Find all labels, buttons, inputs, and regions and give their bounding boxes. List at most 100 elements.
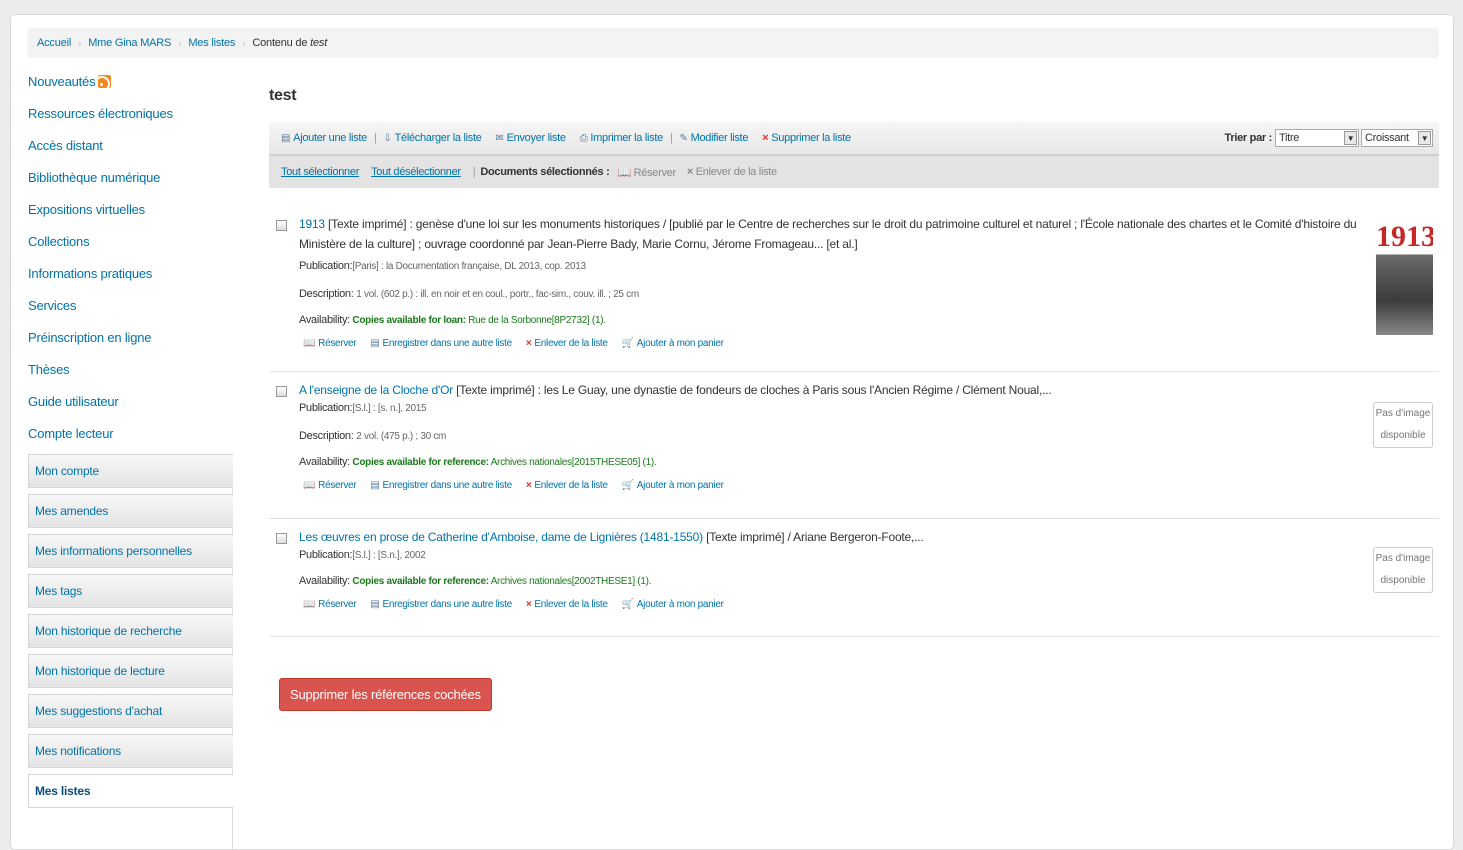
sort-label: Trier par : <box>1224 132 1273 144</box>
nav-expositions-virtuelles[interactable]: Expositions virtuelles <box>28 199 238 231</box>
nav-nouveautes[interactable]: Nouveautés <box>28 71 238 103</box>
record-checkbox[interactable] <box>276 386 287 397</box>
publication-label: Publication: <box>299 549 353 561</box>
list-item: 1913 [Texte imprimé] : genèse d'une loi … <box>269 206 1439 372</box>
add-list-link[interactable]: Ajouter une liste <box>293 132 367 144</box>
reserve-link[interactable]: 📖 Réserver <box>303 338 357 349</box>
remove-icon: × <box>525 480 532 491</box>
nav-informations-pratiques[interactable]: Informations pratiques <box>28 263 238 295</box>
remove-icon: × <box>525 338 532 349</box>
sort-order-value: Croissant <box>1365 132 1409 144</box>
availability-status: Copies available for reference: <box>352 457 489 468</box>
usermenu-mes-tags[interactable]: Mes tags <box>28 574 233 608</box>
remove-label: Enlever de la liste <box>534 480 608 491</box>
reserve-label: Réserver <box>318 599 357 610</box>
breadcrumb-current-list: test <box>310 37 328 49</box>
usermenu-informations-personnelles[interactable]: Mes informations personnelles <box>28 534 233 568</box>
send-list-link[interactable]: Envoyer liste <box>507 132 566 144</box>
nav-preinscription[interactable]: Préinscription en ligne <box>28 327 238 359</box>
sort-order-select[interactable]: Croissant ▼ <box>1361 129 1433 147</box>
add-to-cart-link[interactable]: 🛒 Ajouter à mon panier <box>622 599 724 610</box>
availability-value: Archives nationales[2015THESE05] (1). <box>490 457 657 468</box>
usermenu-notifications[interactable]: Mes notifications <box>28 734 233 768</box>
nav-acces-distant[interactable]: Accès distant <box>28 135 238 167</box>
breadcrumb-user[interactable]: Mme Gina MARS <box>88 37 171 49</box>
download-list-link[interactable]: Télécharger la liste <box>395 132 482 144</box>
list-toolbar: ▤ Ajouter une liste | ⇩ Télécharger la l… <box>269 122 1439 156</box>
save-other-list-link[interactable]: ▤ Enregistrer dans une autre liste <box>370 599 512 610</box>
chevron-down-icon[interactable]: ▼ <box>1344 131 1357 145</box>
add-to-cart-link[interactable]: 🛒 Ajouter à mon panier <box>622 480 724 491</box>
no-image-line2: disponible <box>1380 430 1426 441</box>
description-label: Description: <box>299 288 354 300</box>
nav-theses[interactable]: Thèses <box>28 359 238 391</box>
record-availability: Availability: Copies available for refer… <box>299 456 1439 468</box>
selection-bar: Tout sélectionner Tout désélectionner | … <box>269 156 1439 188</box>
publication-value: [S.l.] : [S.n.], 2002 <box>352 550 426 561</box>
sort-field-select[interactable]: Titre ▼ <box>1275 129 1359 147</box>
record-actions: 📖 Réserver ▤ Enregistrer dans une autre li… <box>299 480 1439 491</box>
remove-selected[interactable]: × Enlever de la liste <box>687 166 777 178</box>
save-other-list-link[interactable]: ▤ Enregistrer dans une autre liste <box>370 480 512 491</box>
chevron-down-icon[interactable]: ▼ <box>1418 131 1431 145</box>
main-content: test ▤ Ajouter une liste | ⇩ Télécharger… <box>269 71 1439 711</box>
record-title-link[interactable]: 1913 <box>299 217 325 231</box>
breadcrumb: Accueil › Mme Gina MARS › Mes listes › C… <box>27 28 1439 58</box>
envelope-icon: ✉ <box>495 132 504 144</box>
add-to-cart-link[interactable]: 🛒 Ajouter à mon panier <box>622 338 724 349</box>
save-other-list-link[interactable]: ▤ Enregistrer dans une autre liste <box>370 338 512 349</box>
usermenu-mes-amendes[interactable]: Mes amendes <box>28 494 233 528</box>
reserve-link[interactable]: 📖 Réserver <box>303 480 357 491</box>
usermenu-suggestions-achat[interactable]: Mes suggestions d'achat <box>28 694 233 728</box>
rss-icon[interactable] <box>98 75 112 88</box>
deselect-all-link[interactable]: Tout désélectionner <box>371 166 461 178</box>
print-list-link[interactable]: Imprimer la liste <box>590 132 663 144</box>
breadcrumb-separator-icon: › <box>242 37 246 49</box>
record-title-link[interactable]: Les œuvres en prose de Catherine d'Amboi… <box>299 530 703 544</box>
delete-list-link[interactable]: Supprimer la liste <box>771 132 851 144</box>
record-heading: Les œuvres en prose de Catherine d'Amboi… <box>299 527 1359 547</box>
cart-icon: 🛒 <box>621 599 634 610</box>
list-icon: ▤ <box>370 338 380 349</box>
nav-ressources-electroniques[interactable]: Ressources électroniques <box>28 103 238 135</box>
nav-bibliotheque-numerique[interactable]: Bibliothèque numérique <box>28 167 238 199</box>
record-actions: 📖 Réserver ▤ Enregistrer dans une autre li… <box>299 338 1439 349</box>
list-item: A l'enseigne de la Cloche d'Or [Texte im… <box>269 372 1439 519</box>
usermenu-historique-lecture[interactable]: Mon historique de lecture <box>28 654 233 688</box>
remove-label: Enlever de la liste <box>534 338 608 349</box>
nav-collections[interactable]: Collections <box>28 231 238 263</box>
usermenu-historique-recherche[interactable]: Mon historique de recherche <box>28 614 233 648</box>
breadcrumb-lists[interactable]: Mes listes <box>188 37 235 49</box>
breadcrumb-home[interactable]: Accueil <box>37 37 71 49</box>
sort-field-value: Titre <box>1279 132 1300 144</box>
delete-checked-button[interactable]: Supprimer les références cochées <box>279 678 492 711</box>
record-title-link[interactable]: A l'enseigne de la Cloche d'Or <box>299 383 453 397</box>
usermenu-mon-compte[interactable]: Mon compte <box>28 454 233 488</box>
usermenu-mes-listes[interactable]: Mes listes <box>28 774 233 808</box>
nav-services[interactable]: Services <box>28 295 238 327</box>
nav-guide-utilisateur[interactable]: Guide utilisateur <box>28 391 238 423</box>
cart-icon: 🛒 <box>621 480 634 491</box>
cover-image[interactable]: 1913 <box>1376 220 1433 335</box>
remove-from-list-link[interactable]: × Enlever de la liste <box>526 599 608 610</box>
nav-compte-lecteur[interactable]: Compte lecteur <box>28 423 238 455</box>
select-all-link[interactable]: Tout sélectionner <box>281 166 359 178</box>
reserve-selected[interactable]: 📖 Réserver <box>617 166 676 179</box>
remove-from-list-link[interactable]: × Enlever de la liste <box>526 480 608 491</box>
record-availability: Availability: Copies available for refer… <box>299 575 1439 587</box>
reserve-link[interactable]: 📖 Réserver <box>303 599 357 610</box>
book-icon: 📖 <box>303 599 316 610</box>
download-icon: ⇩ <box>383 132 392 144</box>
availability-status: Copies available for loan: <box>352 315 466 326</box>
record-list: 1913 [Texte imprimé] : genèse d'une loi … <box>269 206 1439 637</box>
edit-list-link[interactable]: Modifier liste <box>691 132 749 144</box>
save-other-label: Enregistrer dans une autre liste <box>382 338 512 349</box>
breadcrumb-separator-icon: › <box>178 37 182 49</box>
breadcrumb-current: Contenu de test <box>252 37 327 49</box>
record-checkbox[interactable] <box>276 220 287 231</box>
description-label: Description: <box>299 430 354 442</box>
delete-icon: × <box>762 132 769 144</box>
record-checkbox[interactable] <box>276 533 287 544</box>
remove-from-list-link[interactable]: × Enlever de la liste <box>526 338 608 349</box>
record-publication: Publication:[Paris] : la Documentation f… <box>299 259 1439 274</box>
